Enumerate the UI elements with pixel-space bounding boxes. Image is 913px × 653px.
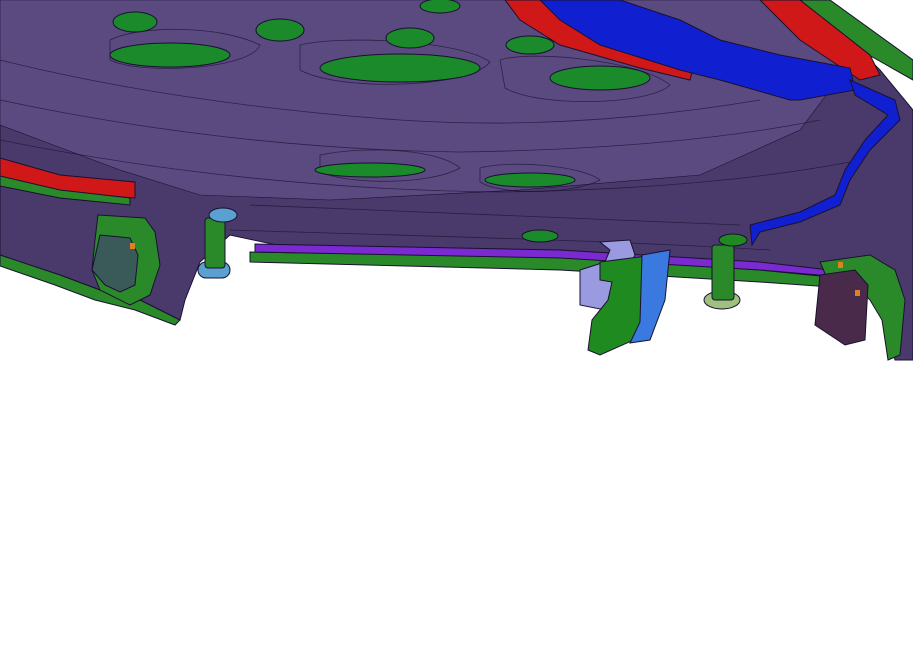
cutout-2 bbox=[255, 18, 305, 42]
cutout-3 bbox=[385, 27, 435, 49]
cutout-5 bbox=[505, 35, 555, 55]
stop-right-spring bbox=[711, 244, 735, 301]
bumper-body bbox=[814, 269, 869, 346]
stop-left-spring bbox=[204, 217, 226, 269]
fastener-marker-2 bbox=[838, 262, 843, 268]
stop-right-cap bbox=[718, 233, 748, 247]
cad-scene[interactable] bbox=[0, 0, 913, 653]
cutout-8 bbox=[549, 65, 651, 91]
cutout-9 bbox=[314, 162, 426, 178]
cutout-6 bbox=[109, 42, 231, 68]
cutout-1 bbox=[112, 11, 158, 33]
fastener-marker-1 bbox=[130, 243, 135, 249]
cutout-4 bbox=[419, 0, 461, 14]
stop-left-cap bbox=[208, 207, 238, 223]
cutout-11 bbox=[521, 229, 559, 243]
cutout-7 bbox=[319, 53, 481, 83]
fastener-marker-3 bbox=[855, 290, 860, 296]
hinge-bracket-left[interactable] bbox=[91, 214, 161, 306]
cad-viewport[interactable] bbox=[0, 0, 913, 653]
bumper-bracket-right[interactable] bbox=[814, 254, 906, 361]
cutout-10 bbox=[484, 172, 576, 188]
